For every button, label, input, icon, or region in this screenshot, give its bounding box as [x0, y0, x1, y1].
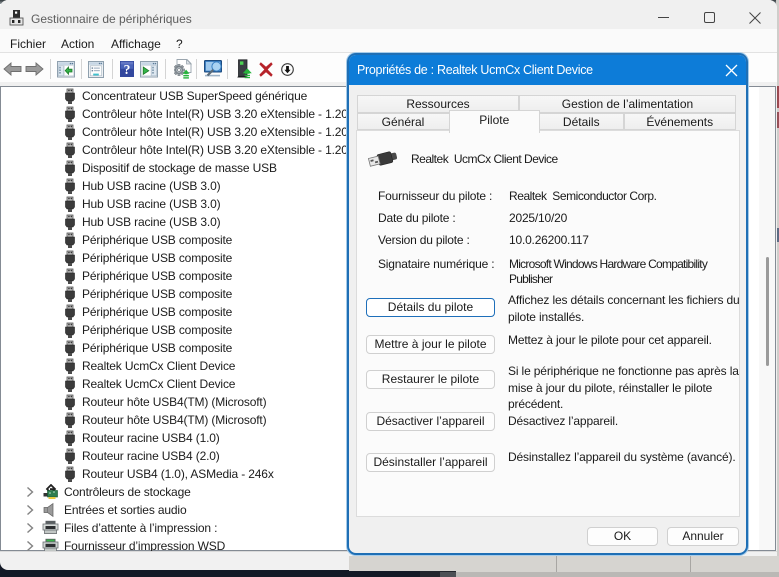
svg-text:?: ?: [124, 62, 131, 77]
